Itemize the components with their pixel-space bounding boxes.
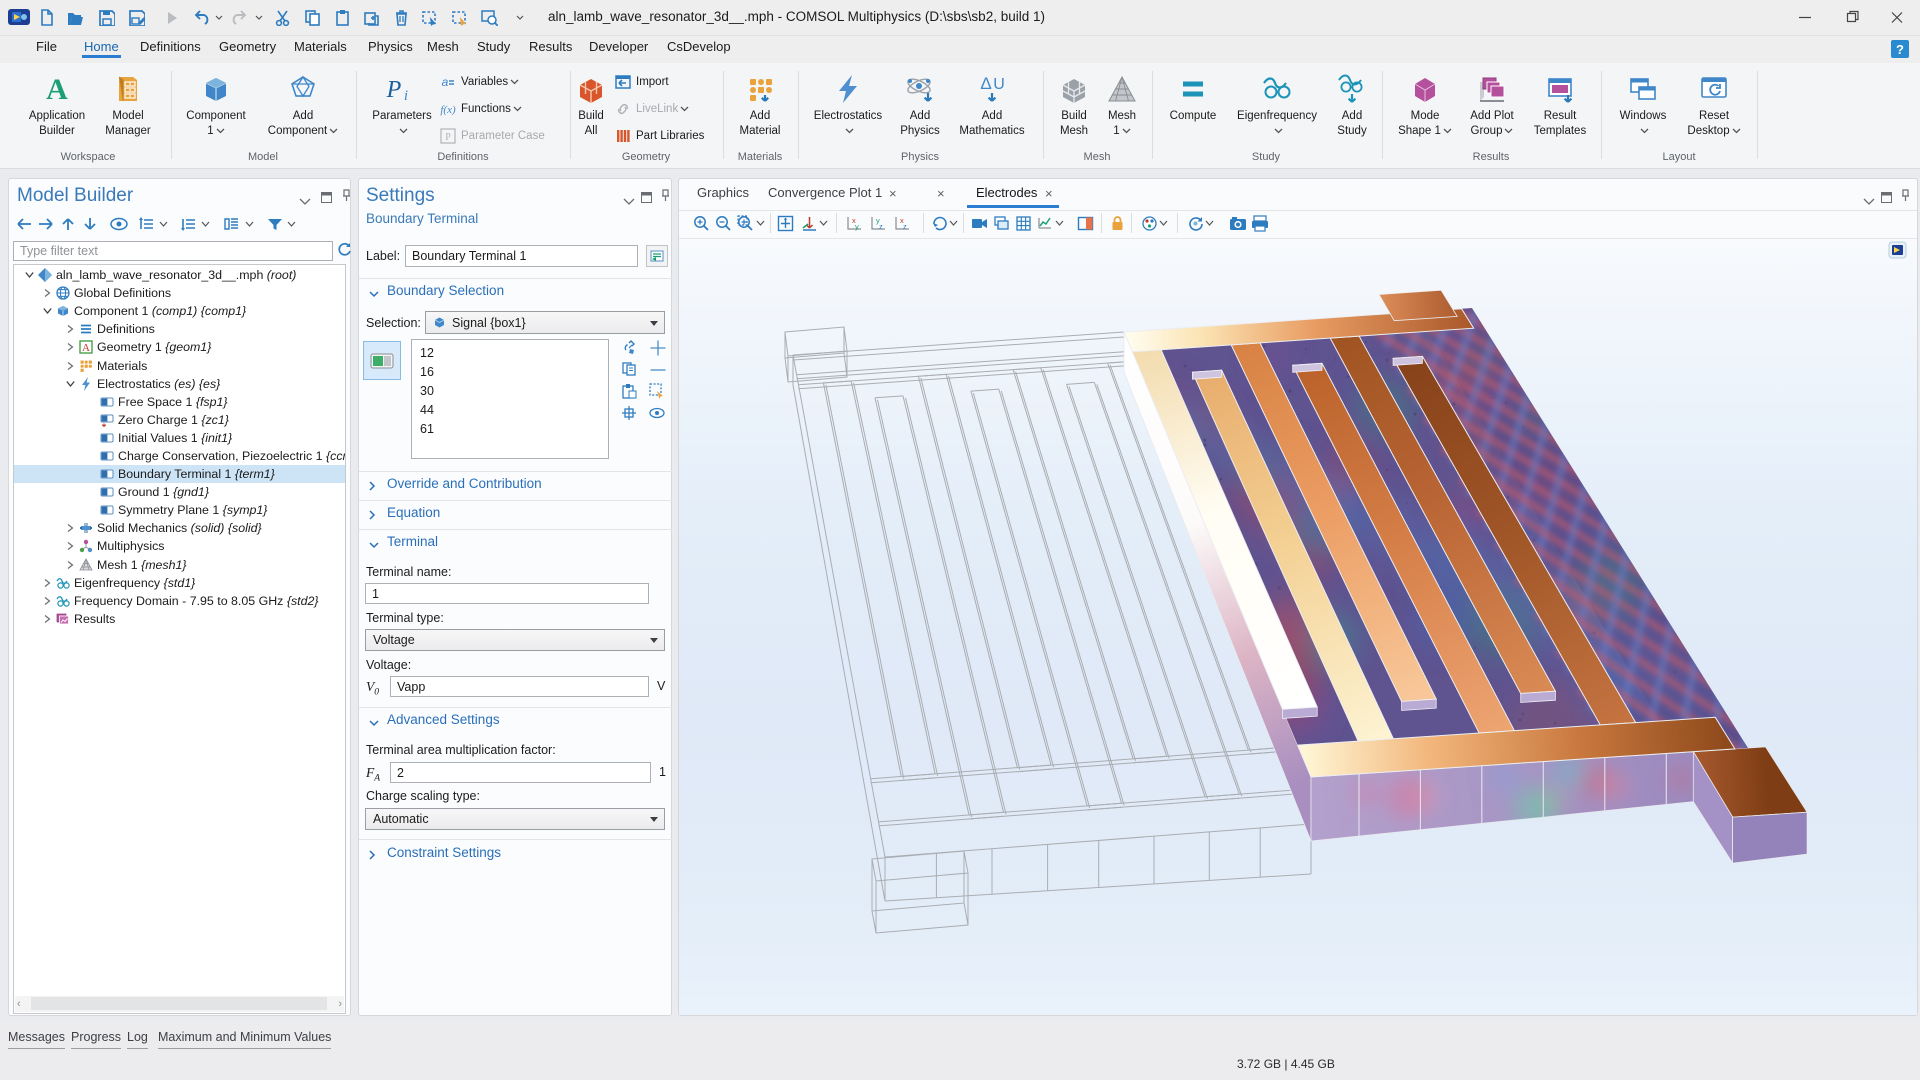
svg-text:i: i <box>404 88 408 104</box>
svg-text:y: y <box>855 222 859 231</box>
svg-text:A: A <box>82 342 90 354</box>
svg-text:P: P <box>386 77 402 103</box>
svg-text:?: ? <box>1896 42 1904 57</box>
svg-text:z: z <box>879 222 883 231</box>
svg-text:U: U <box>993 76 1005 93</box>
svg-text:z: z <box>903 222 907 231</box>
svg-text:Δ: Δ <box>980 74 991 93</box>
svg-text:A: A <box>46 73 68 105</box>
svg-text:a: a <box>442 75 449 89</box>
svg-text:f(x): f(x) <box>440 104 456 116</box>
svg-text:P: P <box>445 132 451 143</box>
